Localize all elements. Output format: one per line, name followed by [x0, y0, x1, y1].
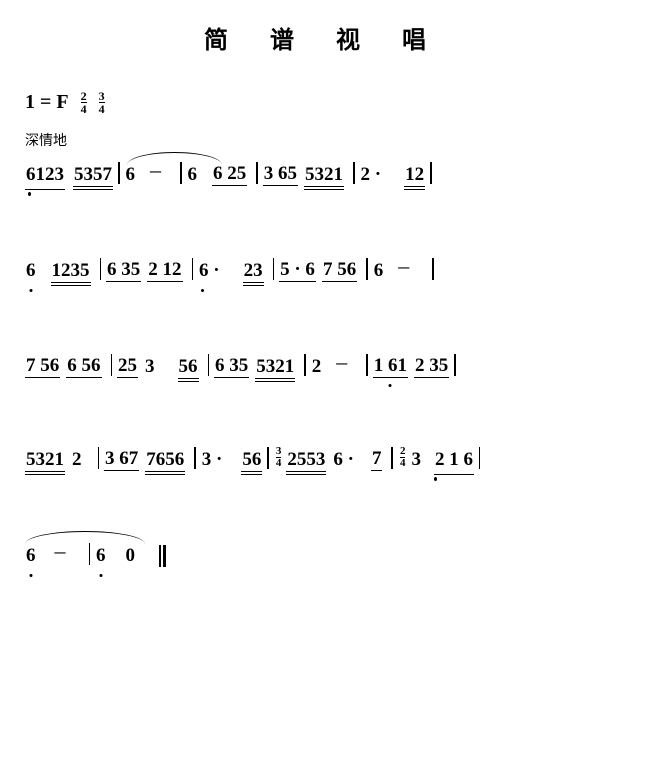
barline: [273, 258, 275, 280]
note-group: 6: [95, 545, 107, 567]
music-line: 612353576–66 253 6553212 ·12: [25, 160, 623, 186]
music-body: 612353576–66 253 6553212 ·12612356 352 1…: [25, 160, 623, 567]
music-line: 5321 2 3 67 7656 3 · 56 342553 6 · 7 243 2 1 6: [25, 448, 623, 471]
barline: [208, 354, 210, 376]
note-group: 7 56: [322, 259, 357, 282]
note-group: 7 56: [25, 355, 60, 378]
barline: [479, 447, 481, 469]
dash-rest: –: [336, 349, 347, 375]
note-group: 5 · 6: [279, 259, 316, 282]
expression-mark: 深情地: [25, 130, 623, 150]
barline: [98, 447, 100, 469]
barline: [111, 354, 113, 376]
note-group: 0: [125, 545, 137, 567]
barline: [100, 258, 102, 280]
slur-mark: [127, 152, 222, 165]
barline: [267, 447, 269, 469]
time-signature-2: 3 4: [99, 90, 105, 115]
note-group: 56: [241, 449, 262, 471]
time-signature-change: 34: [276, 446, 282, 469]
key-label: 1 = F: [25, 91, 69, 114]
note-group: 12: [404, 164, 425, 186]
music-line: 612356 352 126 ·235 · 67 566–: [25, 256, 623, 282]
note-group: 56: [178, 356, 199, 378]
key-signature-row: 1 = F 2 4 3 4: [25, 90, 623, 115]
note-group: 2: [71, 449, 83, 471]
note-group: 2 ·: [360, 164, 383, 186]
note-group: 6 35: [214, 355, 249, 378]
barline: [194, 447, 196, 469]
time-signature-1: 2 4: [81, 90, 87, 115]
note-group: 1 61: [373, 355, 408, 378]
page-title: 简 谱 视 唱: [25, 20, 623, 55]
barline: [366, 258, 368, 280]
note-group: 25: [117, 355, 138, 378]
dash-rest: –: [55, 538, 66, 564]
note-group: 3 67: [104, 448, 139, 471]
note-group: 1235: [51, 260, 91, 282]
note-group: 6 25: [212, 163, 247, 186]
note-group: 7656: [145, 449, 185, 471]
note-group: 6 ·: [332, 449, 355, 471]
note-group: 6 35: [106, 259, 141, 282]
note-group: 5321: [255, 356, 295, 378]
note-group: 5321: [25, 449, 65, 471]
dash-rest: –: [398, 253, 409, 279]
note-group: 7: [371, 448, 383, 471]
note-group: 3 ·: [201, 449, 224, 471]
barline: [454, 354, 456, 376]
note-group: 6 56: [66, 355, 101, 378]
note-group: 2553: [286, 449, 326, 471]
note-group: 5357: [73, 164, 113, 186]
note-group: 2 35: [414, 355, 449, 378]
note-group: 3: [410, 449, 422, 471]
note-group: 2 12: [147, 259, 182, 282]
note-group: 6: [125, 164, 137, 186]
note-group: 3 65: [263, 163, 298, 186]
dash-rest: –: [150, 157, 161, 183]
barline: [180, 162, 182, 184]
note-group: 6: [25, 545, 37, 567]
note-group: 6: [187, 164, 199, 186]
note-group: 5321: [304, 164, 344, 186]
barline: [353, 162, 355, 184]
barline: [118, 162, 120, 184]
note-group: 3: [144, 356, 156, 378]
note-group: 6: [25, 260, 37, 282]
barline: [366, 354, 368, 376]
music-line: 6–60: [25, 541, 623, 567]
barline: [89, 543, 91, 565]
barline: [192, 258, 194, 280]
note-group: 23: [243, 260, 264, 282]
barline: [430, 162, 432, 184]
note-group: 2: [311, 356, 323, 378]
music-line: 7 56 6 56 25 3 56 6 35 5321 2– 1 61 2 35: [25, 352, 623, 378]
note-group: 6: [373, 260, 385, 282]
time-signature-change: 24: [400, 446, 406, 469]
slur-mark: [25, 531, 145, 544]
barline: [304, 354, 306, 376]
final-barline: [159, 545, 166, 567]
barline: [256, 162, 258, 184]
note-group: 6 ·: [198, 260, 221, 282]
barline: [432, 258, 434, 280]
note-group: 2 1 6: [434, 449, 474, 471]
note-group: 6123: [25, 164, 65, 186]
barline: [391, 447, 393, 469]
